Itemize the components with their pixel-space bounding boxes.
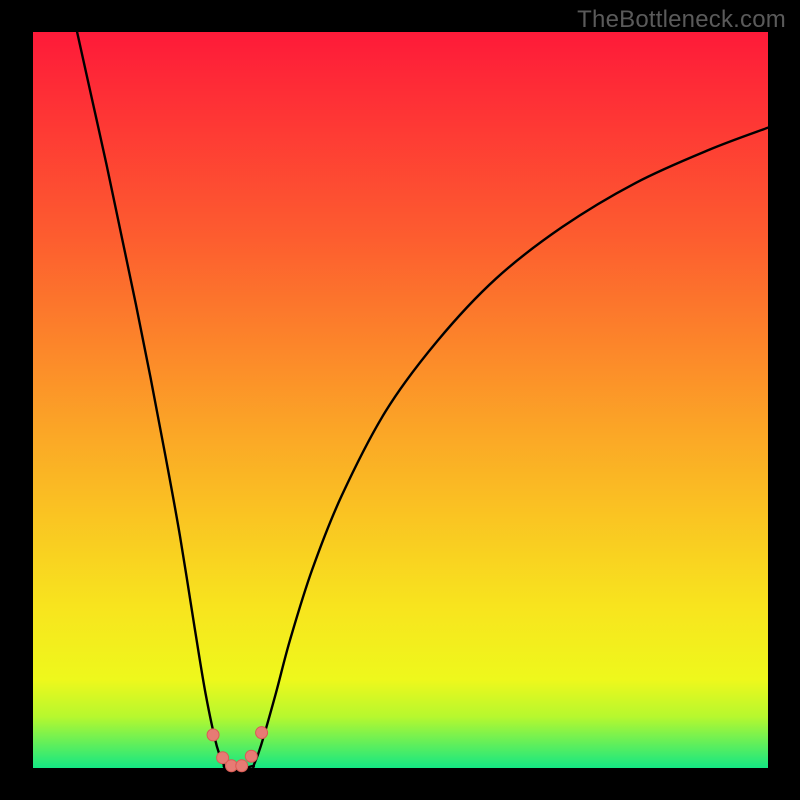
curve-path — [77, 32, 768, 768]
trough-marker — [245, 750, 257, 762]
trough-marker — [236, 760, 248, 772]
trough-marker — [207, 729, 219, 741]
trough-marker — [256, 727, 268, 739]
chart-frame: TheBottleneck.com — [0, 0, 800, 800]
bottleneck-curve — [0, 0, 800, 800]
watermark-label: TheBottleneck.com — [577, 6, 786, 34]
